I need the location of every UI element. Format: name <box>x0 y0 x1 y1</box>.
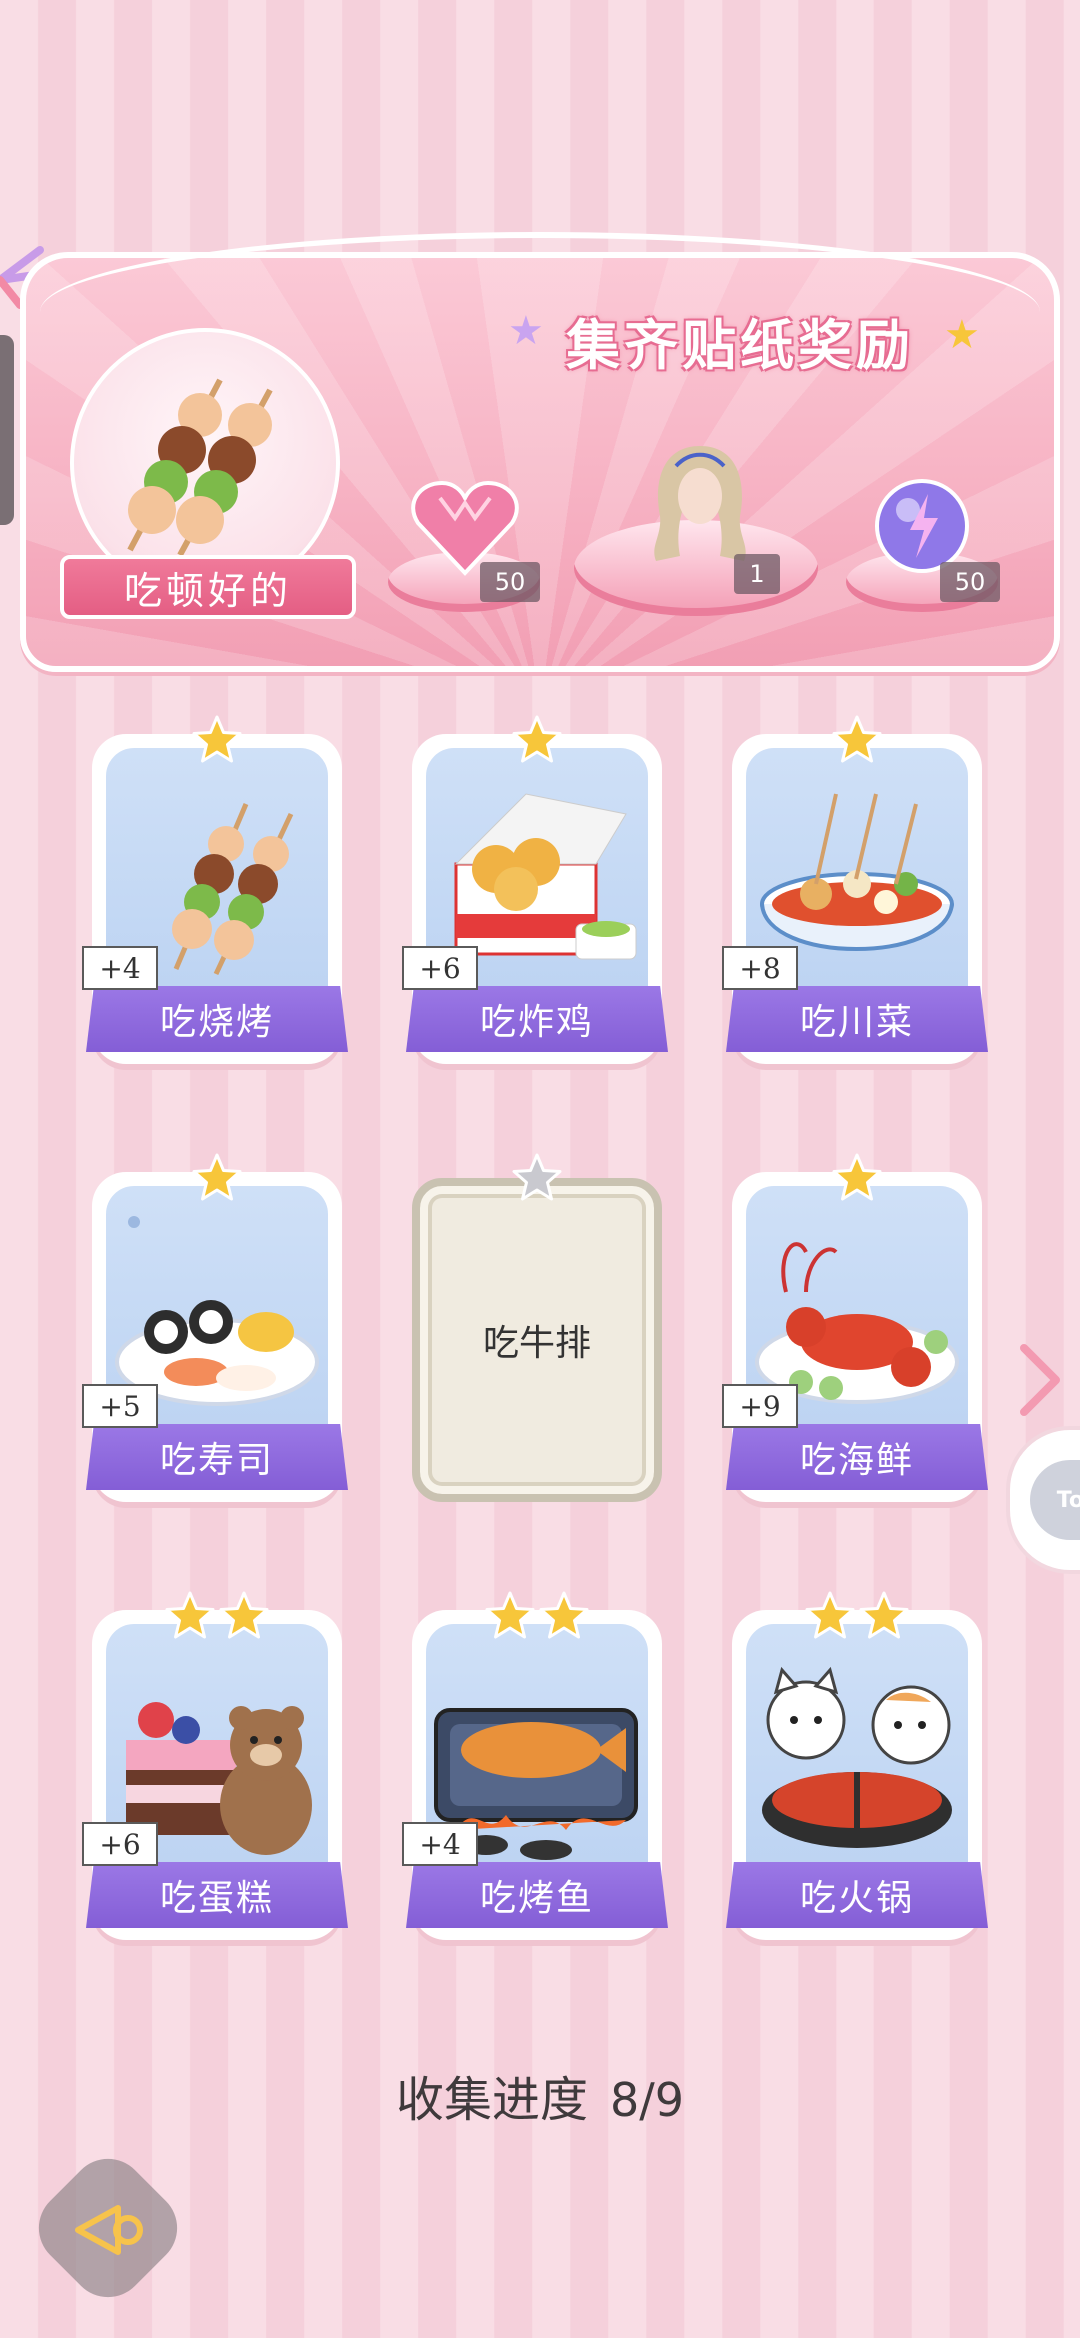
star-icon <box>858 1590 910 1646</box>
skewers-icon <box>127 378 273 557</box>
rating-stars <box>511 714 563 770</box>
rating-stars <box>831 1152 883 1208</box>
bonus-tag: +5 <box>82 1384 158 1428</box>
card-label: 吃牛排 <box>482 1323 591 1364</box>
bonus-tag: +8 <box>722 946 798 990</box>
sticker-card[interactable]: 吃牛排 <box>412 1152 662 1502</box>
sticker-card[interactable]: 吃烧烤 +4 <box>82 714 348 1064</box>
rating-stars <box>831 714 883 770</box>
next-page-arrow-icon[interactable] <box>1010 1340 1070 1420</box>
card-label: 吃火锅 <box>726 1862 988 1928</box>
rating-stars <box>484 1590 590 1646</box>
left-side-tab[interactable] <box>0 335 14 525</box>
sticker-card[interactable]: 吃蛋糕 +6 <box>82 1590 348 1940</box>
star-icon <box>831 1152 883 1208</box>
rating-stars <box>191 1152 243 1208</box>
star-icon <box>511 714 563 770</box>
bonus-tag: +9 <box>722 1384 798 1428</box>
rating-stars <box>804 1590 910 1646</box>
banner-title-ribbon: 集齐贴纸奖励 <box>540 295 940 385</box>
sparkle-star-icon: ★ <box>944 312 980 358</box>
card-label: 吃川菜 <box>726 986 988 1052</box>
collection-progress: 收集进度 8/9 <box>0 2060 1080 2130</box>
star-icon <box>164 1590 216 1646</box>
card-label: 吃蛋糕 <box>86 1862 348 1928</box>
card-label: 吃寿司 <box>86 1424 348 1490</box>
banner-title: 集齐贴纸奖励 <box>566 313 914 377</box>
sparkle-star-icon: ★ <box>508 308 544 354</box>
bonus-tag: +4 <box>82 946 158 990</box>
reward-count-badge: 50 <box>940 562 1000 602</box>
star-icon <box>191 714 243 770</box>
sticker-card[interactable]: 吃川菜 +8 <box>722 714 988 1064</box>
bonus-tag: +6 <box>82 1822 158 1866</box>
sticker-card[interactable]: 吃海鲜 +9 <box>722 1152 988 1502</box>
card-label: 吃海鲜 <box>726 1424 988 1490</box>
bonus-tag: +6 <box>402 946 478 990</box>
energy-orb-icon[interactable] <box>872 476 972 576</box>
star-icon <box>511 1152 563 1208</box>
food-illustration-icon <box>746 1630 968 1870</box>
back-arrow-icon <box>75 2205 143 2255</box>
star-icon <box>804 1590 856 1646</box>
progress-label: 收集进度 <box>395 2072 588 2128</box>
hairstyle-icon[interactable] <box>640 436 760 566</box>
rating-stars <box>191 714 243 770</box>
star-icon <box>191 1152 243 1208</box>
hero-label: 吃顿好的 <box>60 555 356 619</box>
progress-value: 8/9 <box>609 2073 685 2127</box>
locked-card-frame: 吃牛排 <box>412 1178 662 1502</box>
rating-stars <box>164 1590 270 1646</box>
sticker-card[interactable]: 吃烤鱼 +4 <box>402 1590 668 1940</box>
star-icon <box>831 714 883 770</box>
sticker-card[interactable]: 吃火锅 <box>726 1590 988 1940</box>
rating-stars <box>511 1152 563 1208</box>
card-label: 吃烧烤 <box>86 986 348 1052</box>
card-label: 吃烤鱼 <box>406 1862 668 1928</box>
card-label: 吃炸鸡 <box>406 986 668 1052</box>
reward-count-badge: 1 <box>734 554 780 594</box>
sticker-card[interactable]: 吃炸鸡 +6 <box>402 714 668 1064</box>
star-icon <box>484 1590 536 1646</box>
sticker-card[interactable]: 吃寿司 +5 <box>82 1152 348 1502</box>
star-icon <box>218 1590 270 1646</box>
bonus-tag: +4 <box>402 1822 478 1866</box>
reward-count-badge: 50 <box>480 562 540 602</box>
star-icon <box>538 1590 590 1646</box>
